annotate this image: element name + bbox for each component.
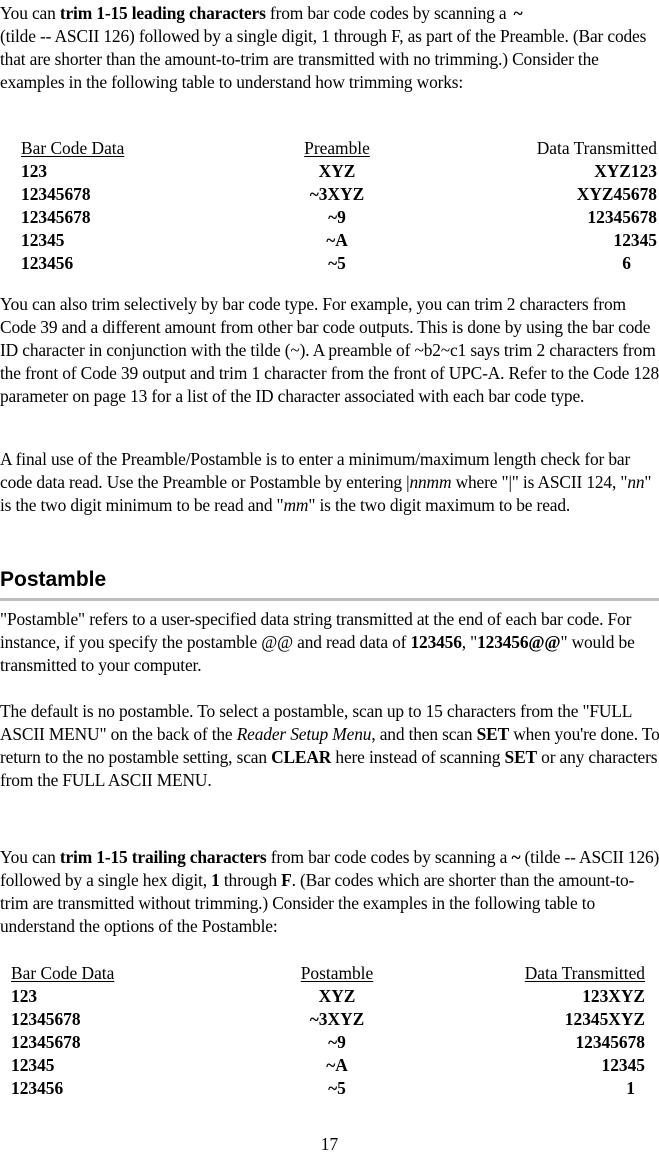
- header-bar-code-data: Bar Code Data: [21, 138, 125, 158]
- italic-text: nnmm: [409, 472, 452, 492]
- cell-data-transmitted: 12345: [613, 230, 657, 250]
- tilde-symbol: ~: [513, 3, 523, 23]
- table-row: 12345 ~A 12345: [0, 1054, 659, 1077]
- cell-bar-code-data: 123456: [11, 1078, 64, 1098]
- header-data-transmitted: Data Transmitted: [524, 963, 645, 983]
- default-postamble-paragraph: The default is no postamble. To select a…: [0, 700, 659, 792]
- postamble-table: Bar Code Data Postamble Data Transmitted…: [0, 962, 659, 1100]
- section-heading-postamble: Postamble: [0, 568, 107, 591]
- cell-bar-code-data: 123456: [21, 253, 74, 273]
- cell-preamble: ~A: [326, 230, 348, 250]
- text: where "|" is ASCII 124, ": [451, 472, 628, 492]
- cell-postamble: ~A: [326, 1055, 348, 1075]
- text: You can: [0, 847, 60, 867]
- cell-preamble: ~3XYZ: [309, 184, 365, 204]
- italic-text: mm: [283, 495, 309, 515]
- cell-data-transmitted: 1: [626, 1078, 635, 1098]
- header-bar-code-data: Bar Code Data: [11, 963, 115, 983]
- bold-text: 123456: [410, 632, 462, 652]
- text: You can: [0, 3, 60, 23]
- table-row: 12345 ~A 12345: [0, 229, 659, 252]
- table-header-row: Bar Code Data Postamble Data Transmitted: [0, 962, 659, 985]
- table-row: 12345678 ~3XYZ XYZ45678: [0, 183, 659, 206]
- cell-postamble: XYZ: [318, 986, 356, 1006]
- trailing-trim-paragraph: You can trim 1-15 trailing characters fr…: [0, 846, 659, 938]
- cell-data-transmitted: 12345678: [575, 1032, 645, 1052]
- cell-data-transmitted: XYZ45678: [576, 184, 657, 204]
- intro-paragraph: You can trim 1-15 leading characters fro…: [0, 2, 659, 94]
- bold-text: SET: [504, 747, 538, 767]
- table-row: 123456 ~5 6: [0, 252, 659, 275]
- header-preamble: Preamble: [304, 138, 370, 158]
- text: (tilde -- ASCII 126) followed by a singl…: [0, 26, 647, 92]
- cell-data-transmitted: 123XYZ: [582, 986, 645, 1006]
- bold-text: CLEAR: [271, 747, 332, 767]
- cell-data-transmitted: 12345: [601, 1055, 645, 1075]
- italic-text: Reader Setup Menu: [236, 724, 372, 744]
- cell-data-transmitted: 12345XYZ: [564, 1009, 645, 1029]
- postamble-intro-paragraph: "Postamble" refers to a user-specified d…: [0, 608, 659, 677]
- table-row: 12345678 ~3XYZ 12345XYZ: [0, 1008, 659, 1031]
- cell-postamble: ~5: [328, 1078, 346, 1098]
- length-check-paragraph: A final use of the Preamble/Postamble is…: [0, 448, 659, 517]
- preamble-table: Bar Code Data Preamble Data Transmitted …: [0, 137, 659, 275]
- italic-text: nn: [627, 472, 645, 492]
- table-row: 123 XYZ XYZ123: [0, 160, 659, 183]
- cell-postamble: ~3XYZ: [309, 1009, 365, 1029]
- text: through: [219, 870, 282, 890]
- selective-trim-paragraph: You can also trim selectively by bar cod…: [0, 294, 659, 406]
- text: here instead of scanning: [331, 747, 505, 767]
- cell-bar-code-data: 12345678: [11, 1009, 81, 1029]
- text: from bar code codes by scanning a: [265, 3, 511, 23]
- cell-preamble: ~9: [328, 207, 346, 227]
- table-row: 12345678 ~9 12345678: [0, 1031, 659, 1054]
- cell-data-transmitted: XYZ123: [594, 161, 657, 181]
- cell-bar-code-data: 12345678: [21, 207, 91, 227]
- bold-text: F: [281, 870, 292, 890]
- table-header-row: Bar Code Data Preamble Data Transmitted: [0, 137, 659, 160]
- text: , and then scan: [371, 724, 477, 744]
- cell-bar-code-data: 12345678: [21, 184, 91, 204]
- text: from bar code codes by scanning a: [266, 847, 512, 867]
- cell-preamble: XYZ: [318, 161, 356, 181]
- header-data-transmitted: Data Transmitted: [536, 138, 657, 158]
- cell-bar-code-data: 12345: [21, 230, 65, 250]
- table-row: 12345678 ~9 12345678: [0, 206, 659, 229]
- cell-bar-code-data: 123: [21, 161, 48, 181]
- bold-text: SET: [476, 724, 510, 744]
- text: " is the two digit maximum to be read.: [308, 495, 571, 515]
- cell-postamble: ~9: [328, 1032, 346, 1052]
- cell-data-transmitted: 12345678: [587, 207, 657, 227]
- text: , ": [461, 632, 478, 652]
- bold-text: trim 1-15 trailing characters: [59, 847, 267, 867]
- cell-data-transmitted: 6: [622, 253, 631, 273]
- cell-bar-code-data: 12345: [11, 1055, 55, 1075]
- cell-preamble: ~5: [328, 253, 346, 273]
- table-row: 123 XYZ 123XYZ: [0, 985, 659, 1008]
- table-row: 123456 ~5 1: [0, 1077, 659, 1100]
- bold-text: 1: [211, 870, 220, 890]
- tilde-symbol: ~: [511, 847, 521, 867]
- cell-bar-code-data: 12345678: [11, 1032, 81, 1052]
- heading-divider: [0, 598, 659, 601]
- bold-text: trim 1-15 leading characters: [59, 3, 266, 23]
- bold-text: 123456@@: [477, 632, 561, 652]
- header-postamble: Postamble: [300, 963, 374, 983]
- cell-bar-code-data: 123: [11, 986, 38, 1006]
